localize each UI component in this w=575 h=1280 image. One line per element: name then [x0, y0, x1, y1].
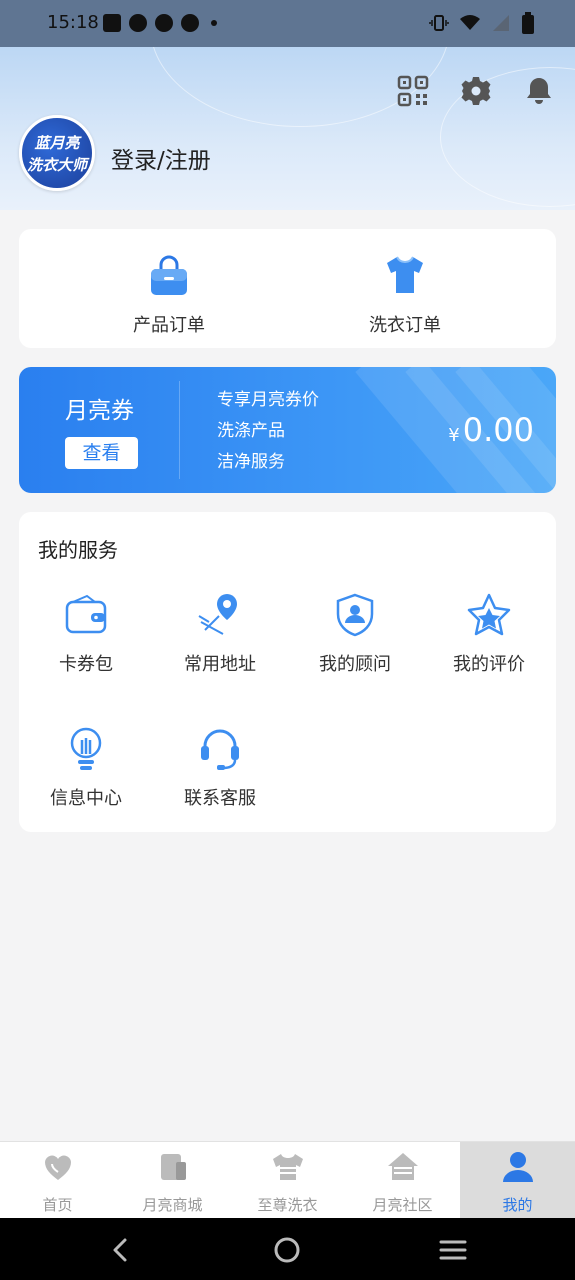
service-label: 联系客服: [184, 788, 256, 809]
tab-home[interactable]: 首页: [0, 1142, 115, 1219]
tab-laundry[interactable]: 至尊洗衣: [230, 1142, 345, 1219]
avatar-brand-line1: 蓝月亮: [34, 134, 80, 152]
home-circle-icon[interactable]: [272, 1235, 302, 1265]
coupon-line: 洁净服务: [217, 452, 285, 472]
app-icon: [129, 14, 147, 32]
service-reviews[interactable]: 我的评价: [434, 592, 544, 676]
tab-shop[interactable]: 月亮商城: [115, 1142, 230, 1219]
headset-icon: [201, 729, 239, 770]
vibrate-icon: [429, 15, 449, 31]
service-advisor[interactable]: 我的顾问: [300, 592, 410, 676]
tab-label: 我的: [502, 1196, 533, 1214]
avatar[interactable]: 蓝月亮 洗衣大师: [19, 115, 95, 191]
service-label: 我的评价: [453, 654, 525, 675]
coupon-amount: ¥0.00: [448, 411, 534, 449]
user-icon: [502, 1152, 533, 1182]
tab-label: 月亮商城: [142, 1196, 203, 1214]
qr-code-icon[interactable]: [397, 75, 429, 107]
signal-icon: [493, 15, 509, 31]
service-customer-support[interactable]: 联系客服: [165, 726, 275, 810]
coupon-title: 月亮券: [65, 398, 134, 424]
service-label: 信息中心: [50, 788, 122, 809]
shop-icon: [160, 1154, 186, 1180]
app-icon: [181, 14, 199, 32]
my-services-card: 我的服务 卡券包 常用地址 我的顾问 我的评价 信息中心 联系客服: [19, 512, 556, 832]
coupon-view-button[interactable]: 查看: [65, 437, 138, 469]
service-address[interactable]: 常用地址: [165, 592, 275, 676]
wifi-icon: [460, 15, 480, 30]
laundry-orders-button[interactable]: 洗衣订单: [335, 253, 475, 337]
bottom-tab-bar: 首页 月亮商城 至尊洗衣 月亮社区 我的: [0, 1141, 575, 1219]
battery-icon: [522, 12, 534, 34]
tab-label: 至尊洗衣: [257, 1196, 318, 1214]
more-notifications-icon: [211, 20, 217, 26]
menu-icon[interactable]: [438, 1235, 468, 1265]
laundry-orders-label: 洗衣订单: [369, 315, 441, 336]
status-bar: 15:18: [0, 0, 575, 47]
tab-me[interactable]: 我的: [460, 1142, 575, 1219]
home-heart-icon: [44, 1155, 71, 1180]
app-icon: [155, 14, 173, 32]
coupon-line: 洗涤产品: [217, 421, 285, 441]
house-icon: [387, 1153, 418, 1180]
avatar-brand-line2: 洗衣大师: [26, 156, 87, 174]
tab-label: 月亮社区: [372, 1196, 433, 1214]
moon-coupon-card[interactable]: 月亮券 查看 专享月亮券价 洗涤产品 洁净服务 ¥0.00: [19, 367, 556, 493]
advisor-shield-icon: [336, 593, 374, 637]
coupon-amount-value: 0.00: [462, 411, 534, 449]
gear-icon[interactable]: [460, 75, 492, 107]
coupon-description: 专享月亮券价 洗涤产品 洁净服务: [217, 385, 319, 478]
star-icon: [467, 593, 511, 636]
orders-card: 产品订单 洗衣订单: [19, 229, 556, 348]
tab-label: 首页: [42, 1196, 73, 1214]
service-card-wallet[interactable]: 卡券包: [31, 592, 141, 676]
service-label: 卡券包: [59, 654, 113, 675]
shopping-bag-icon: [151, 255, 187, 295]
mail-icon: [103, 14, 121, 32]
currency-symbol: ¥: [448, 425, 460, 446]
tab-community[interactable]: 月亮社区: [345, 1142, 460, 1219]
status-time: 15:18: [47, 12, 99, 33]
service-label: 我的顾问: [319, 654, 391, 675]
location-pin-icon: [198, 594, 237, 635]
coupon-line: 专享月亮券价: [217, 390, 319, 410]
product-orders-button[interactable]: 产品订单: [99, 253, 239, 337]
shirt-icon: [272, 1154, 303, 1180]
wallet-icon: [65, 594, 107, 634]
product-orders-label: 产品订单: [133, 315, 205, 336]
tshirt-icon: [387, 256, 423, 293]
back-icon[interactable]: [106, 1235, 136, 1265]
lightbulb-icon: [70, 727, 102, 770]
bell-icon[interactable]: [523, 75, 555, 107]
profile-header: 蓝月亮 洗衣大师 登录/注册: [0, 47, 575, 210]
service-label: 常用地址: [184, 654, 256, 675]
login-register-link[interactable]: 登录/注册: [111, 141, 211, 175]
system-navigation-bar: [0, 1218, 575, 1280]
services-title: 我的服务: [38, 538, 118, 562]
service-message-center[interactable]: 信息中心: [31, 726, 141, 810]
